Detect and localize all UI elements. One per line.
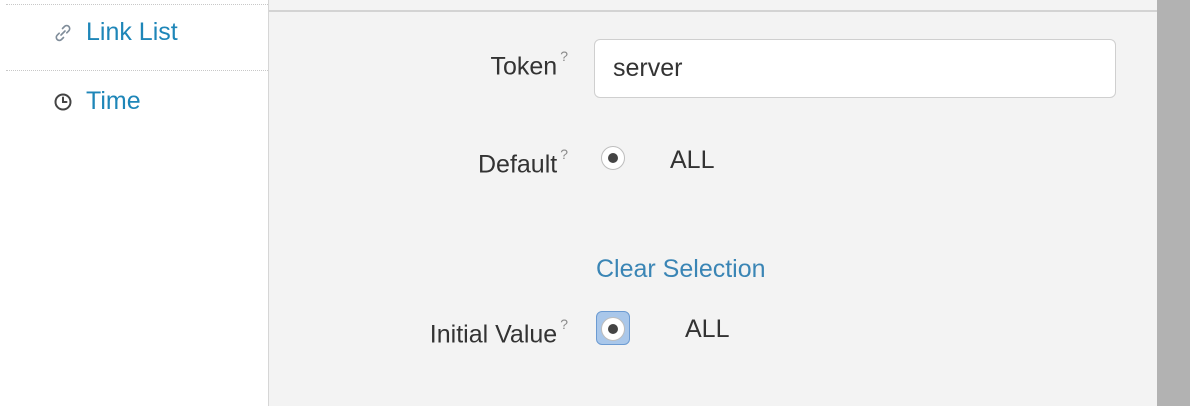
initial-value-option-label: ALL: [685, 315, 730, 343]
sidebar: Link List Time: [0, 0, 268, 406]
sidebar-item-label: Link List: [86, 18, 178, 46]
sidebar-divider: [6, 70, 268, 71]
help-icon[interactable]: ?: [560, 48, 568, 64]
help-icon[interactable]: ?: [560, 146, 568, 162]
help-icon[interactable]: ?: [560, 316, 568, 332]
clear-selection-link[interactable]: Clear Selection: [596, 255, 766, 284]
link-icon: [52, 22, 74, 44]
default-option-label: ALL: [670, 146, 715, 174]
scrollbar[interactable]: [1157, 0, 1190, 406]
sidebar-item-link-list[interactable]: Link List: [52, 18, 178, 47]
radio-selected-dot: [608, 153, 618, 163]
initial-value-radio[interactable]: [601, 317, 625, 341]
panel-top-border: [269, 10, 1158, 12]
token-input[interactable]: [594, 39, 1116, 98]
radio-selected-dot: [608, 324, 618, 334]
default-label: Default?: [477, 146, 568, 179]
clock-icon: [52, 91, 74, 113]
default-radio[interactable]: [601, 146, 625, 170]
token-label: Token?: [490, 48, 568, 81]
sidebar-item-label: Time: [86, 87, 141, 115]
sidebar-divider-top: [6, 4, 268, 5]
initial-value-label: Initial Value?: [429, 316, 568, 349]
sidebar-item-time[interactable]: Time: [52, 87, 141, 116]
